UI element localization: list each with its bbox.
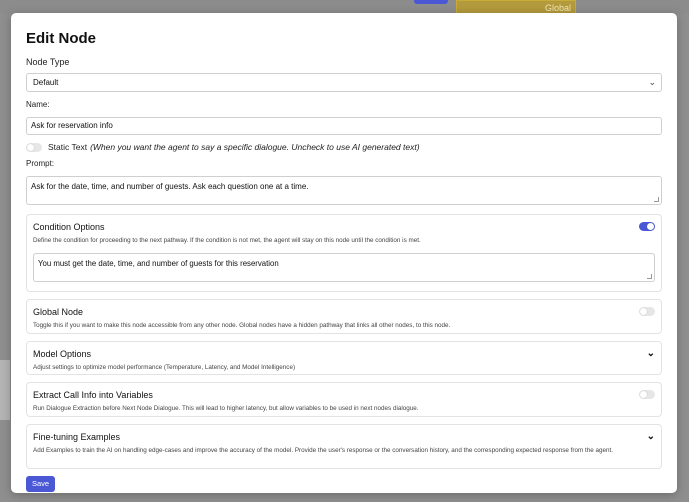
- prompt-label: Prompt:: [26, 159, 55, 168]
- fine-tuning-examples-description: Add Examples to train the AI on handling…: [33, 447, 614, 454]
- condition-textarea[interactable]: You must get the date, time, and number …: [33, 253, 655, 282]
- resize-handle-icon[interactable]: [654, 197, 659, 202]
- static-text-label: Static Text: [48, 142, 88, 152]
- extract-call-info-toggle[interactable]: [639, 390, 655, 399]
- global-node-toggle[interactable]: [639, 307, 655, 316]
- resize-handle-icon[interactable]: [647, 274, 652, 279]
- condition-options-title: Condition Options: [33, 222, 105, 232]
- condition-text: You must get the date, time, and number …: [38, 259, 279, 268]
- global-node-section: Global Node Toggle this if you want to m…: [26, 299, 662, 334]
- canvas-node-button: [414, 0, 448, 4]
- model-options-description: Adjust settings to optimize model perfor…: [33, 364, 296, 371]
- global-node-description: Toggle this if you want to make this nod…: [33, 322, 451, 329]
- condition-options-toggle[interactable]: [639, 222, 655, 231]
- condition-options-section: Condition Options Define the condition f…: [26, 214, 662, 292]
- global-node-title: Global Node: [33, 307, 84, 317]
- node-type-label: Node Type: [26, 57, 70, 67]
- prompt-textarea[interactable]: Ask for the date, time, and number of gu…: [26, 176, 662, 205]
- edit-node-modal: Edit Node Node Type Default ⌄ Name: Ask …: [11, 13, 677, 493]
- name-input[interactable]: Ask for reservation info: [26, 117, 662, 135]
- extract-call-info-title: Extract Call Info into Variables: [33, 390, 153, 400]
- modal-title: Edit Node: [26, 30, 96, 47]
- node-type-select[interactable]: Default ⌄: [26, 73, 662, 92]
- fine-tuning-examples-section[interactable]: Fine-tuning Examples ⌄ Add Examples to t…: [26, 424, 662, 469]
- canvas-node-edge: [0, 360, 10, 420]
- name-label: Name:: [26, 100, 50, 109]
- extract-call-info-description: Run Dialogue Extraction before Next Node…: [33, 405, 419, 412]
- prompt-text: Ask for the date, time, and number of gu…: [31, 182, 309, 191]
- chevron-down-icon[interactable]: ⌄: [647, 432, 655, 442]
- model-options-title: Model Options: [33, 349, 92, 359]
- static-text-toggle[interactable]: [26, 142, 42, 152]
- canvas-background: [0, 0, 689, 14]
- fine-tuning-examples-title: Fine-tuning Examples: [33, 432, 121, 442]
- condition-options-description: Define the condition for proceeding to t…: [33, 237, 421, 244]
- static-text-hint: (When you want the agent to say a specif…: [90, 142, 420, 152]
- canvas-global-badge: Global: [456, 0, 576, 14]
- chevron-down-icon[interactable]: ⌄: [647, 349, 655, 359]
- chevron-down-icon: ⌄: [648, 77, 656, 87]
- save-button[interactable]: Save: [26, 476, 55, 492]
- static-text-row: Static Text (When you want the agent to …: [26, 141, 662, 153]
- node-type-value: Default: [33, 78, 59, 87]
- model-options-section[interactable]: Model Options ⌄ Adjust settings to optim…: [26, 341, 662, 375]
- extract-call-info-section: Extract Call Info into Variables Run Dia…: [26, 382, 662, 417]
